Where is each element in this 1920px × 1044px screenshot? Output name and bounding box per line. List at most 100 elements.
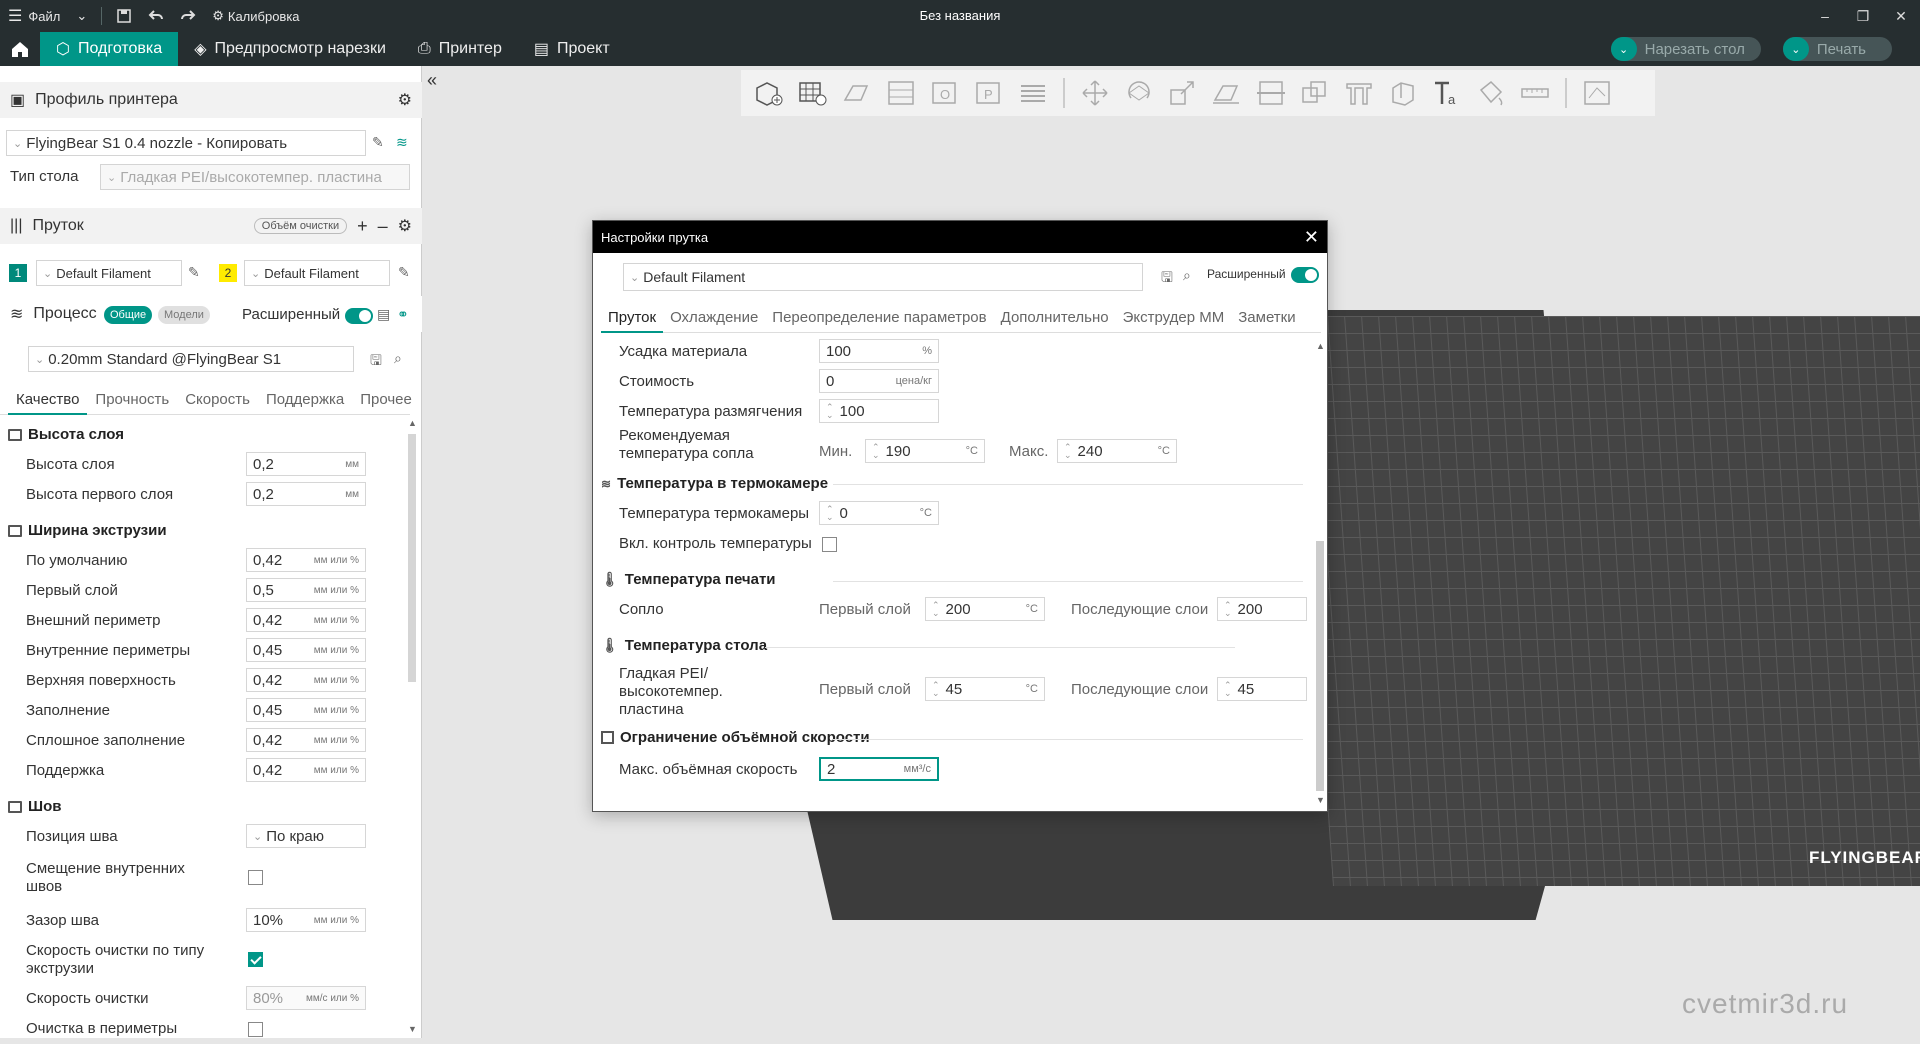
edit-icon[interactable]: ✎ bbox=[398, 264, 410, 281]
spinner-icon[interactable]: ⌃ ⌄ bbox=[1064, 443, 1072, 460]
spinner-icon[interactable]: ⌃ ⌄ bbox=[872, 443, 880, 460]
filament-slot-1-select[interactable]: ⌄ Default Filament bbox=[36, 260, 182, 286]
wipe-speed-by-type-checkbox[interactable] bbox=[248, 952, 263, 967]
scale-icon[interactable] bbox=[1165, 76, 1201, 110]
nozzle-max-input[interactable]: ⌃ ⌄ 240 °C bbox=[1057, 439, 1177, 463]
scrollbar-thumb[interactable] bbox=[408, 434, 416, 682]
width-input[interactable]: 0,42 мм или % bbox=[246, 548, 366, 572]
split-parts-icon[interactable]: P bbox=[971, 76, 1007, 110]
measure-icon[interactable] bbox=[1517, 76, 1553, 110]
scrollbar-thumb[interactable] bbox=[1316, 541, 1324, 791]
dialog-filament-select[interactable]: ⌄ Default Filament bbox=[623, 263, 1143, 291]
layers-editing-icon[interactable] bbox=[1015, 76, 1051, 110]
width-input[interactable]: 0,42 мм или % bbox=[246, 668, 366, 692]
split-objects-icon[interactable]: O bbox=[927, 76, 963, 110]
support-painting-icon[interactable] bbox=[1341, 76, 1377, 110]
chevron-down-icon[interactable]: ⌄ bbox=[1610, 37, 1637, 61]
chevron-down-icon[interactable]: ⌄ bbox=[1782, 37, 1809, 61]
wipe-perimeters-checkbox[interactable] bbox=[248, 1022, 263, 1037]
save-icon[interactable]: 🖫 bbox=[370, 350, 382, 374]
filament-slot-2-select[interactable]: ⌄ Default Filament bbox=[244, 260, 390, 286]
nozzle-min-input[interactable]: ⌃ ⌄ 190 °C bbox=[865, 439, 985, 463]
rotate-icon[interactable] bbox=[1121, 76, 1157, 110]
bed-type-select[interactable]: ⌄ Гладкая PEI/высокотемпер. пластина bbox=[100, 164, 410, 190]
softening-temp-input[interactable]: ⌃ ⌄ 100 bbox=[819, 399, 939, 423]
width-input[interactable]: 0,42 мм или % bbox=[246, 608, 366, 632]
spinner-icon[interactable]: ⌃ ⌄ bbox=[1224, 601, 1232, 618]
seam-gap-input[interactable]: 10% мм или % bbox=[246, 908, 366, 932]
calibration-menu[interactable]: ⚙ Калибровка bbox=[204, 0, 307, 32]
seam-painting-icon[interactable] bbox=[1385, 76, 1421, 110]
redo-icon[interactable] bbox=[172, 0, 204, 32]
seam-offset-checkbox[interactable] bbox=[248, 870, 263, 885]
wipe-speed-input[interactable]: 80% мм/с или % bbox=[246, 986, 366, 1010]
move-icon[interactable] bbox=[1077, 76, 1113, 110]
mesh-boolean-icon[interactable] bbox=[1297, 76, 1333, 110]
width-input[interactable]: 0,42 мм или % bbox=[246, 728, 366, 752]
tab-overrides[interactable]: Переопределение параметров bbox=[765, 305, 993, 333]
nozzle-first-layer-input[interactable]: ⌃ ⌄ 200 °C bbox=[925, 597, 1045, 621]
collapse-sidebar-icon[interactable]: « bbox=[427, 70, 449, 92]
tab-support[interactable]: Поддержка bbox=[258, 389, 352, 415]
width-input[interactable]: 0,45 мм или % bbox=[246, 638, 366, 662]
search-icon[interactable]: ⌕ bbox=[394, 350, 402, 367]
tab-speed[interactable]: Скорость bbox=[177, 389, 258, 415]
spinner-icon[interactable]: ⌃ ⌄ bbox=[1224, 681, 1232, 698]
edit-icon[interactable]: ✎ bbox=[188, 264, 200, 281]
tab-other[interactable]: Прочее bbox=[352, 389, 420, 415]
scroll-down-icon[interactable]: ▼ bbox=[1316, 795, 1325, 805]
width-input[interactable]: 0,42 мм или % bbox=[246, 758, 366, 782]
spinner-icon[interactable]: ⌃ ⌄ bbox=[932, 601, 940, 618]
gear-icon[interactable]: ⚙ bbox=[398, 90, 412, 110]
tab-strength[interactable]: Прочность bbox=[87, 389, 177, 415]
file-dropdown-chevron-icon[interactable]: ⌄ bbox=[68, 0, 95, 32]
save-icon[interactable] bbox=[108, 0, 140, 32]
wifi-icon[interactable]: ≋ bbox=[396, 134, 408, 151]
minimize-icon[interactable]: – bbox=[1806, 0, 1844, 32]
dialog-scrollbar[interactable]: ▲ ▼ bbox=[1313, 341, 1327, 807]
tab-project[interactable]: ▤ Проект bbox=[518, 32, 626, 66]
3d-viewport[interactable]: « O P a FLYINGBEAR 01 bbox=[423, 66, 1920, 1038]
purge-volume-button[interactable]: Объём очистки bbox=[253, 218, 348, 234]
tab-quality[interactable]: Качество bbox=[8, 389, 88, 415]
orient-icon[interactable] bbox=[839, 76, 875, 110]
width-input[interactable]: 0,45 мм или % bbox=[246, 698, 366, 722]
left-scrollbar[interactable]: ▲ ▼ bbox=[407, 418, 417, 1034]
spinner-icon[interactable]: ⌃ ⌄ bbox=[826, 505, 834, 522]
list-icon[interactable]: ▤ bbox=[377, 306, 390, 323]
close-icon[interactable]: ✕ bbox=[1882, 0, 1920, 32]
bed-other-layers-input[interactable]: ⌃ ⌄ 45 bbox=[1217, 677, 1307, 701]
tab-advanced[interactable]: Дополнительно bbox=[994, 305, 1116, 333]
text-icon[interactable]: a bbox=[1429, 76, 1465, 110]
save-icon[interactable]: 🖫 bbox=[1161, 267, 1173, 291]
edit-icon[interactable]: ✎ bbox=[372, 134, 384, 151]
scroll-up-icon[interactable]: ▲ bbox=[1316, 341, 1325, 351]
printer-profile-select[interactable]: ⌄ FlyingBear S1 0.4 nozzle - Копировать bbox=[6, 130, 366, 156]
add-icon[interactable]: + bbox=[357, 216, 368, 237]
gear-icon[interactable]: ⚙ bbox=[398, 216, 412, 236]
tab-cooling[interactable]: Охлаждение bbox=[663, 305, 765, 333]
tab-filament[interactable]: Пруток bbox=[601, 305, 664, 333]
process-advanced-toggle[interactable] bbox=[345, 308, 373, 324]
dialog-advanced-toggle[interactable] bbox=[1291, 267, 1319, 283]
slice-button[interactable]: ⌄ Нарезать стол bbox=[1610, 37, 1761, 61]
print-button[interactable]: ⌄ Печать bbox=[1782, 37, 1892, 61]
chamber-temp-input[interactable]: ⌃ ⌄ 0 °C bbox=[819, 501, 939, 525]
cut-icon[interactable] bbox=[1253, 76, 1289, 110]
lay-on-face-icon[interactable] bbox=[1209, 76, 1245, 110]
tab-prepare[interactable]: ⬡ Подготовка bbox=[40, 32, 179, 66]
layer-height-input[interactable]: 0,2 мм bbox=[246, 452, 366, 476]
max-volumetric-input[interactable]: 2 мм³/с bbox=[819, 757, 939, 781]
file-menu[interactable]: ☰ Файл bbox=[0, 0, 68, 32]
scroll-up-icon[interactable]: ▲ bbox=[408, 418, 417, 428]
spinner-icon[interactable]: ⌃ ⌄ bbox=[932, 681, 940, 698]
home-button[interactable] bbox=[0, 32, 40, 66]
assembly-view-icon[interactable] bbox=[1579, 76, 1615, 110]
restore-icon[interactable]: ❐ bbox=[1844, 0, 1882, 32]
search-icon[interactable]: ⌕ bbox=[1183, 267, 1191, 284]
scroll-down-icon[interactable]: ▼ bbox=[408, 1024, 417, 1034]
first-layer-height-input[interactable]: 0,2 мм bbox=[246, 482, 366, 506]
tab-multimaterial[interactable]: Экструдер ММ bbox=[1116, 305, 1232, 333]
shrinkage-input[interactable]: 100% bbox=[819, 339, 939, 363]
compare-icon[interactable]: ⚭ bbox=[397, 306, 409, 323]
